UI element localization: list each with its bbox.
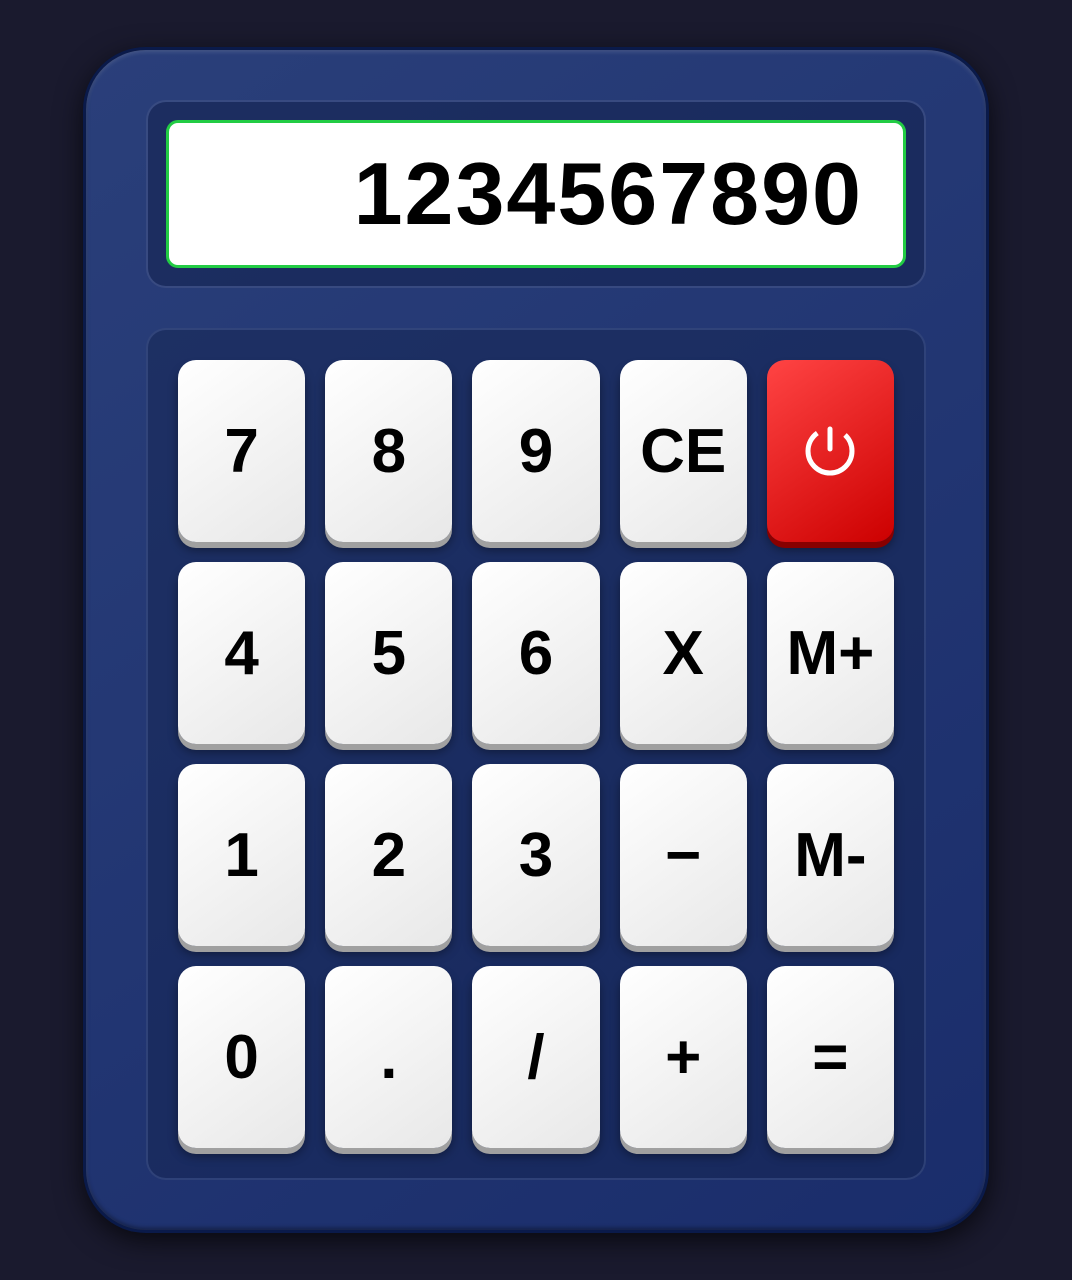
- btn-1[interactable]: 1: [178, 764, 305, 946]
- btn-9[interactable]: 9: [472, 360, 599, 542]
- btn-multiply[interactable]: X: [620, 562, 747, 744]
- btn-mminus[interactable]: M-: [767, 764, 894, 946]
- btn-5[interactable]: 5: [325, 562, 452, 744]
- keypad-container: 7 8 9 CE 4 5 6 X M+ 1 2 3 − M-: [146, 328, 926, 1180]
- keypad-row-2: 4 5 6 X M+: [178, 562, 894, 744]
- btn-divide[interactable]: /: [472, 966, 599, 1148]
- keypad-row-4: 0 . / + =: [178, 966, 894, 1148]
- btn-2[interactable]: 2: [325, 764, 452, 946]
- calculator-display: 1234567890: [166, 120, 906, 268]
- keypad-row-3: 1 2 3 − M-: [178, 764, 894, 946]
- keypad-row-1: 7 8 9 CE: [178, 360, 894, 542]
- btn-ce[interactable]: CE: [620, 360, 747, 542]
- btn-plus[interactable]: +: [620, 966, 747, 1148]
- btn-3[interactable]: 3: [472, 764, 599, 946]
- display-container: 1234567890: [146, 100, 926, 288]
- btn-minus[interactable]: −: [620, 764, 747, 946]
- btn-equals[interactable]: =: [767, 966, 894, 1148]
- btn-7[interactable]: 7: [178, 360, 305, 542]
- btn-power[interactable]: [767, 360, 894, 542]
- btn-dot[interactable]: .: [325, 966, 452, 1148]
- btn-8[interactable]: 8: [325, 360, 452, 542]
- calculator-body: 1234567890 7 8 9 CE 4 5 6 X M+ 1: [86, 50, 986, 1230]
- power-icon: [800, 421, 860, 481]
- btn-6[interactable]: 6: [472, 562, 599, 744]
- btn-4[interactable]: 4: [178, 562, 305, 744]
- btn-mplus[interactable]: M+: [767, 562, 894, 744]
- btn-0[interactable]: 0: [178, 966, 305, 1148]
